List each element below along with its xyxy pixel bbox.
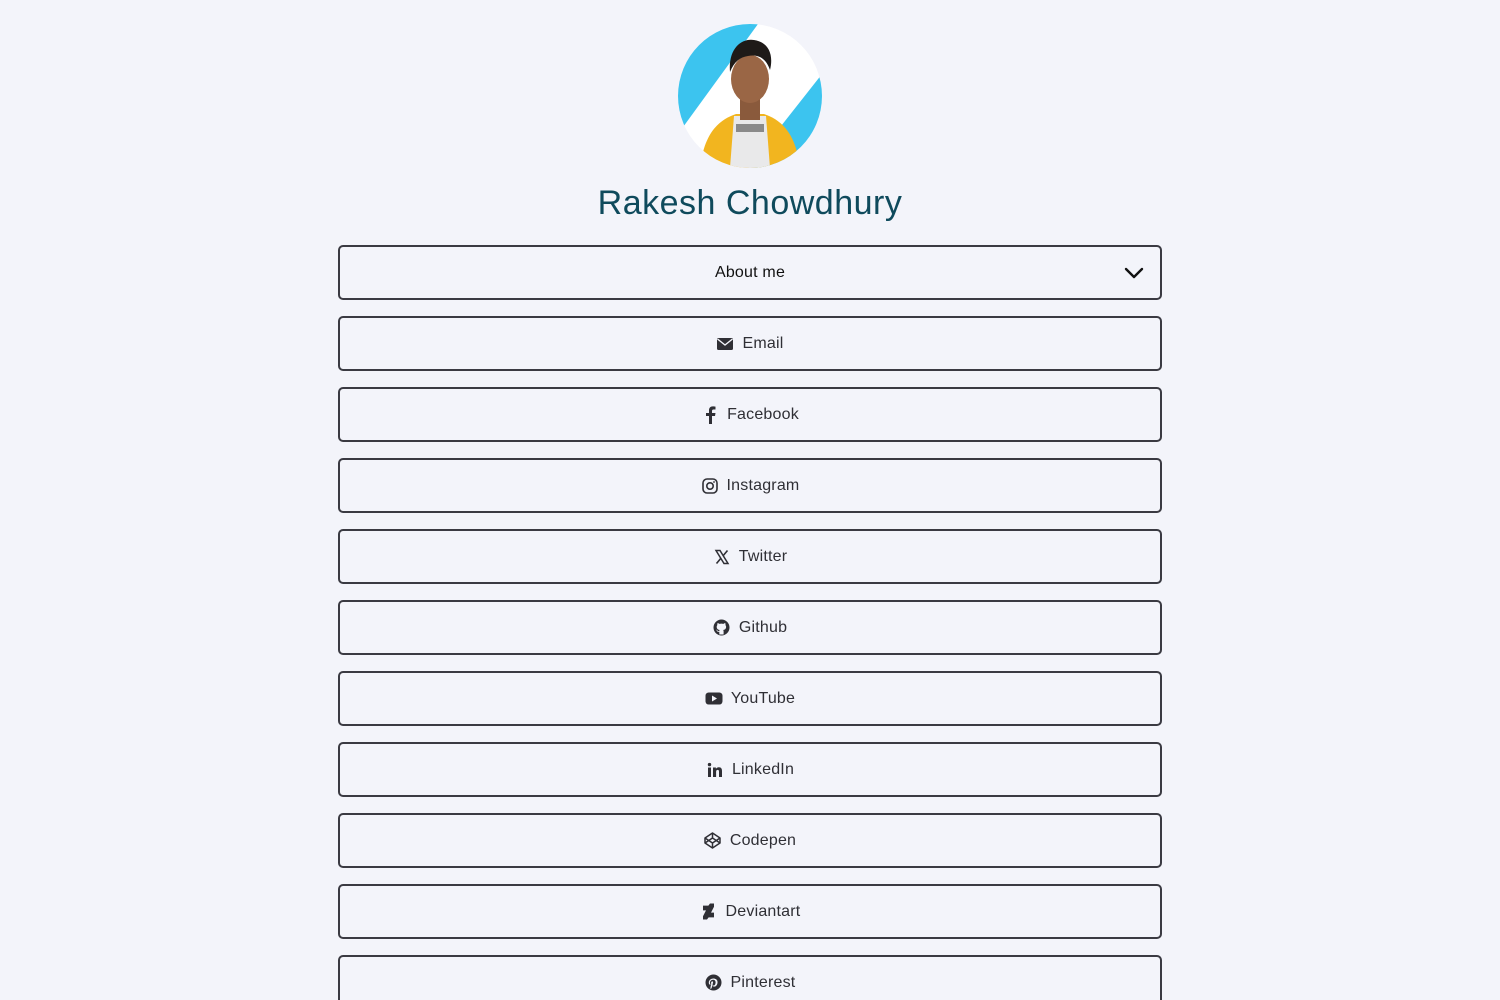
linkedin-link-label: LinkedIn — [731, 760, 795, 778]
linkedin-link-button[interactable]: LinkedIn — [338, 742, 1162, 797]
pinterest-link-button[interactable]: Pinterest — [338, 955, 1162, 1000]
instagram-link-label: Instagram — [726, 476, 800, 494]
deviantart-link-button[interactable]: Deviantart — [338, 884, 1162, 939]
twitter-link-label: Twitter — [738, 547, 788, 565]
codepen-link-button[interactable]: Codepen — [338, 813, 1162, 868]
codepen-link-label: Codepen — [729, 831, 797, 849]
chevron-down-icon — [1124, 264, 1144, 282]
github-icon — [713, 619, 731, 637]
about-me-toggle[interactable]: About me — [338, 245, 1162, 300]
envelope-icon — [716, 335, 734, 353]
avatar-photo — [678, 24, 822, 168]
email-link-label: Email — [742, 334, 784, 352]
github-link-label: Github — [738, 618, 788, 636]
instagram-link-button[interactable]: Instagram — [338, 458, 1162, 513]
youtube-icon — [705, 690, 723, 708]
instagram-icon — [701, 477, 719, 495]
x-icon — [713, 548, 731, 566]
facebook-link-label: Facebook — [727, 405, 799, 423]
youtube-link-label: YouTube — [730, 689, 796, 707]
pinterest-icon — [705, 974, 723, 992]
pinterest-link-label: Pinterest — [730, 973, 796, 991]
youtube-link-button[interactable]: YouTube — [338, 671, 1162, 726]
email-link-button[interactable]: Email — [338, 316, 1162, 371]
codepen-icon — [704, 832, 722, 850]
facebook-link-button[interactable]: Facebook — [338, 387, 1162, 442]
deviantart-link-label: Deviantart — [725, 902, 801, 920]
avatar — [678, 24, 822, 168]
twitter-link-button[interactable]: Twitter — [338, 529, 1162, 584]
link-list: About me Email Facebook Instagram Twitte… — [338, 245, 1162, 1000]
profile-page: Rakesh Chowdhury About me Email Facebook — [0, 0, 1500, 1000]
github-link-button[interactable]: Github — [338, 600, 1162, 655]
about-me-label: About me — [714, 263, 786, 281]
deviantart-icon — [700, 903, 718, 921]
facebook-icon — [701, 405, 719, 424]
linkedin-icon — [706, 761, 724, 779]
profile-name: Rakesh Chowdhury — [597, 184, 903, 222]
